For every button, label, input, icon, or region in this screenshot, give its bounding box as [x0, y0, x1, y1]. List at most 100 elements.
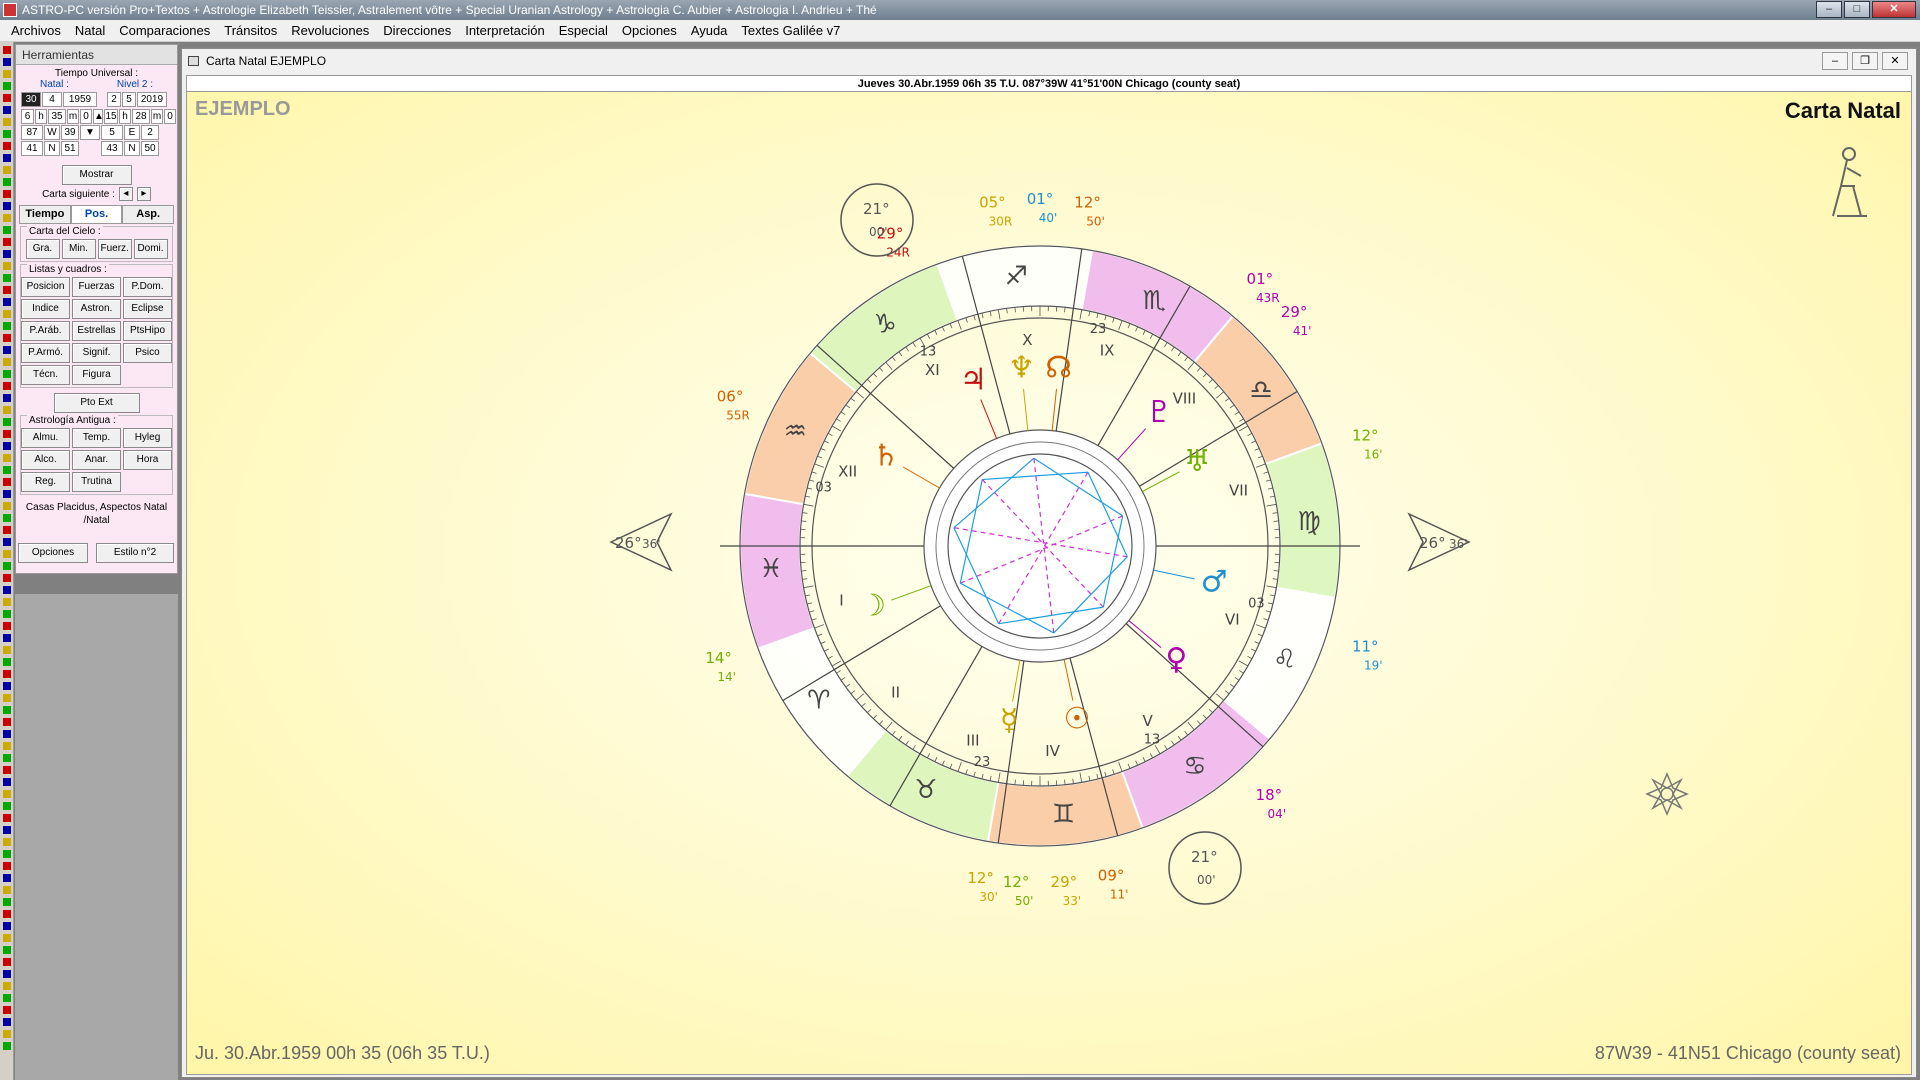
nivel-minute[interactable]: 28	[132, 109, 150, 124]
opciones-button[interactable]: Opciones	[18, 543, 88, 563]
figura-button[interactable]: Figura	[72, 365, 121, 385]
natal-lon-min[interactable]: 39	[61, 125, 79, 140]
ptshipo-button[interactable]: PtsHipo	[123, 321, 172, 341]
planet-pointer-line	[902, 466, 940, 489]
pdom-button[interactable]: P.Dom.	[123, 277, 172, 297]
degree-tick	[1118, 320, 1123, 331]
fuerzas-button[interactable]: Fuerzas	[72, 277, 121, 297]
tools-panel: Herramientas Tiempo Universal : Natal : …	[15, 44, 178, 574]
chart-date-footer: Ju. 30.Abr.1959 00h 35 (06h 35 T.U.)	[195, 1043, 490, 1063]
menu-comparaciones[interactable]: Comparaciones	[112, 23, 217, 38]
time-spin-up[interactable]: ▲	[93, 109, 104, 124]
natal-lat-dir[interactable]: N	[44, 141, 60, 156]
degree-tick	[1208, 708, 1213, 714]
menu-ayuda[interactable]: Ayuda	[684, 23, 735, 38]
temp-button[interactable]: Temp.	[72, 428, 121, 448]
indice-button[interactable]: Indice	[21, 299, 70, 319]
degree-tick	[1079, 772, 1083, 783]
natal-year[interactable]: 1959	[63, 92, 97, 107]
anar-button[interactable]: Anar.	[72, 450, 121, 470]
degree-tick	[912, 342, 916, 347]
menu-revoluciones[interactable]: Revoluciones	[284, 23, 376, 38]
natal-month[interactable]: 4	[42, 92, 62, 107]
almu-button[interactable]: Almu.	[21, 428, 70, 448]
natal-second[interactable]: 0	[80, 109, 92, 124]
hyleg-button[interactable]: Hyleg	[123, 428, 172, 448]
trutina-button[interactable]: Trutina	[72, 472, 121, 492]
menu-bar: Archivos Natal Comparaciones Tránsitos R…	[0, 20, 1920, 42]
gra-button[interactable]: Gra.	[25, 239, 60, 259]
window-minimize-button[interactable]: –	[1822, 52, 1848, 70]
degree-tick	[824, 648, 829, 652]
nivel-lat-dir[interactable]: N	[124, 141, 140, 156]
natal-minute[interactable]: 35	[48, 109, 66, 124]
degree-tick	[855, 391, 865, 399]
house-numeral: XII	[838, 463, 857, 481]
degree-tick	[831, 660, 842, 667]
tab-pos[interactable]: Pos.	[70, 205, 123, 224]
eclipse-button[interactable]: Eclipse	[123, 299, 172, 319]
nivel-lon-dir[interactable]: E	[124, 125, 140, 140]
degree-tick	[898, 735, 903, 741]
nivel-month[interactable]: 5	[122, 92, 136, 107]
menu-especial[interactable]: Especial	[552, 23, 615, 38]
next-chart-button[interactable]: ▸	[136, 187, 151, 201]
lon-spin[interactable]: ▼	[80, 125, 100, 140]
tiempo-universal-label: Tiempo Universal :	[55, 68, 138, 79]
psico-button[interactable]: Psico	[123, 343, 172, 363]
degree-tick	[1187, 361, 1195, 371]
prev-chart-button[interactable]: ◂	[118, 187, 133, 201]
posicion-button[interactable]: Posicion	[21, 277, 70, 297]
natal-lon-dir[interactable]: W	[44, 125, 60, 140]
menu-archivos[interactable]: Archivos	[4, 23, 68, 38]
natal-lon-deg[interactable]: 87	[21, 125, 43, 140]
natal-lat-min[interactable]: 51	[61, 141, 79, 156]
nivel-lat-deg[interactable]: 43	[101, 141, 123, 156]
degree-tick	[934, 330, 938, 335]
zodiac-sign-icon: ♊	[1052, 799, 1075, 829]
menu-transitos[interactable]: Tránsitos	[217, 23, 284, 38]
degree-tick	[1135, 326, 1138, 332]
natal-hour[interactable]: 6	[21, 109, 34, 124]
domi-button[interactable]: Domi.	[133, 239, 168, 259]
mostrar-button[interactable]: Mostrar	[61, 165, 132, 185]
nivel-second[interactable]: 0	[164, 109, 176, 124]
maximize-button[interactable]: □	[1844, 1, 1870, 18]
menu-direcciones[interactable]: Direcciones	[376, 23, 458, 38]
menu-textes-galilee[interactable]: Textes Galilée v7	[734, 23, 847, 38]
hora-button[interactable]: Hora	[123, 450, 172, 470]
window-close-button[interactable]: ✕	[1882, 52, 1908, 70]
parmo-button[interactable]: P.Armó.	[21, 343, 70, 363]
natal-day[interactable]: 30	[21, 92, 41, 107]
pto-ext-button[interactable]: Pto Ext	[53, 393, 140, 413]
nivel-lon-deg[interactable]: 5	[101, 125, 123, 140]
estilo-button[interactable]: Estilo n°2	[96, 543, 174, 563]
chart-canvas[interactable]: Jueves 30.Abr.1959 06h 35 T.U. 087°39W 4…	[186, 75, 1912, 1075]
nivel-day[interactable]: 2	[107, 92, 121, 107]
nivel-hour[interactable]: 15	[104, 109, 118, 124]
natal-lat-deg[interactable]: 41	[21, 141, 43, 156]
close-button[interactable]: ✕	[1872, 1, 1916, 18]
menu-opciones[interactable]: Opciones	[615, 23, 684, 38]
signif-button[interactable]: Signif.	[72, 343, 121, 363]
reg-button[interactable]: Reg.	[21, 472, 70, 492]
asc-minute: 36'	[642, 537, 661, 551]
astron-button[interactable]: Astron.	[72, 299, 121, 319]
menu-natal[interactable]: Natal	[68, 23, 112, 38]
nivel-lon-min[interactable]: 2	[141, 125, 159, 140]
minimize-button[interactable]: –	[1816, 1, 1842, 18]
degree-tick	[1177, 351, 1182, 357]
alco-button[interactable]: Alco.	[21, 450, 70, 470]
estrellas-button[interactable]: Estrellas	[72, 321, 121, 341]
fuerz-button[interactable]: Fuerz.	[97, 239, 132, 259]
nivel-year[interactable]: 2019	[137, 92, 167, 107]
parab-button[interactable]: P.Aráb.	[21, 321, 70, 341]
nivel-lat-min[interactable]: 50	[141, 141, 159, 156]
tab-asp[interactable]: Asp.	[122, 205, 175, 224]
tab-tiempo[interactable]: Tiempo	[19, 205, 71, 224]
window-restore-button[interactable]: ❐	[1852, 52, 1878, 70]
min-button[interactable]: Min.	[61, 239, 96, 259]
tecn-button[interactable]: Técn.	[21, 365, 70, 385]
degree-tick	[1164, 342, 1168, 347]
menu-interpretacion[interactable]: Interpretación	[458, 23, 552, 38]
